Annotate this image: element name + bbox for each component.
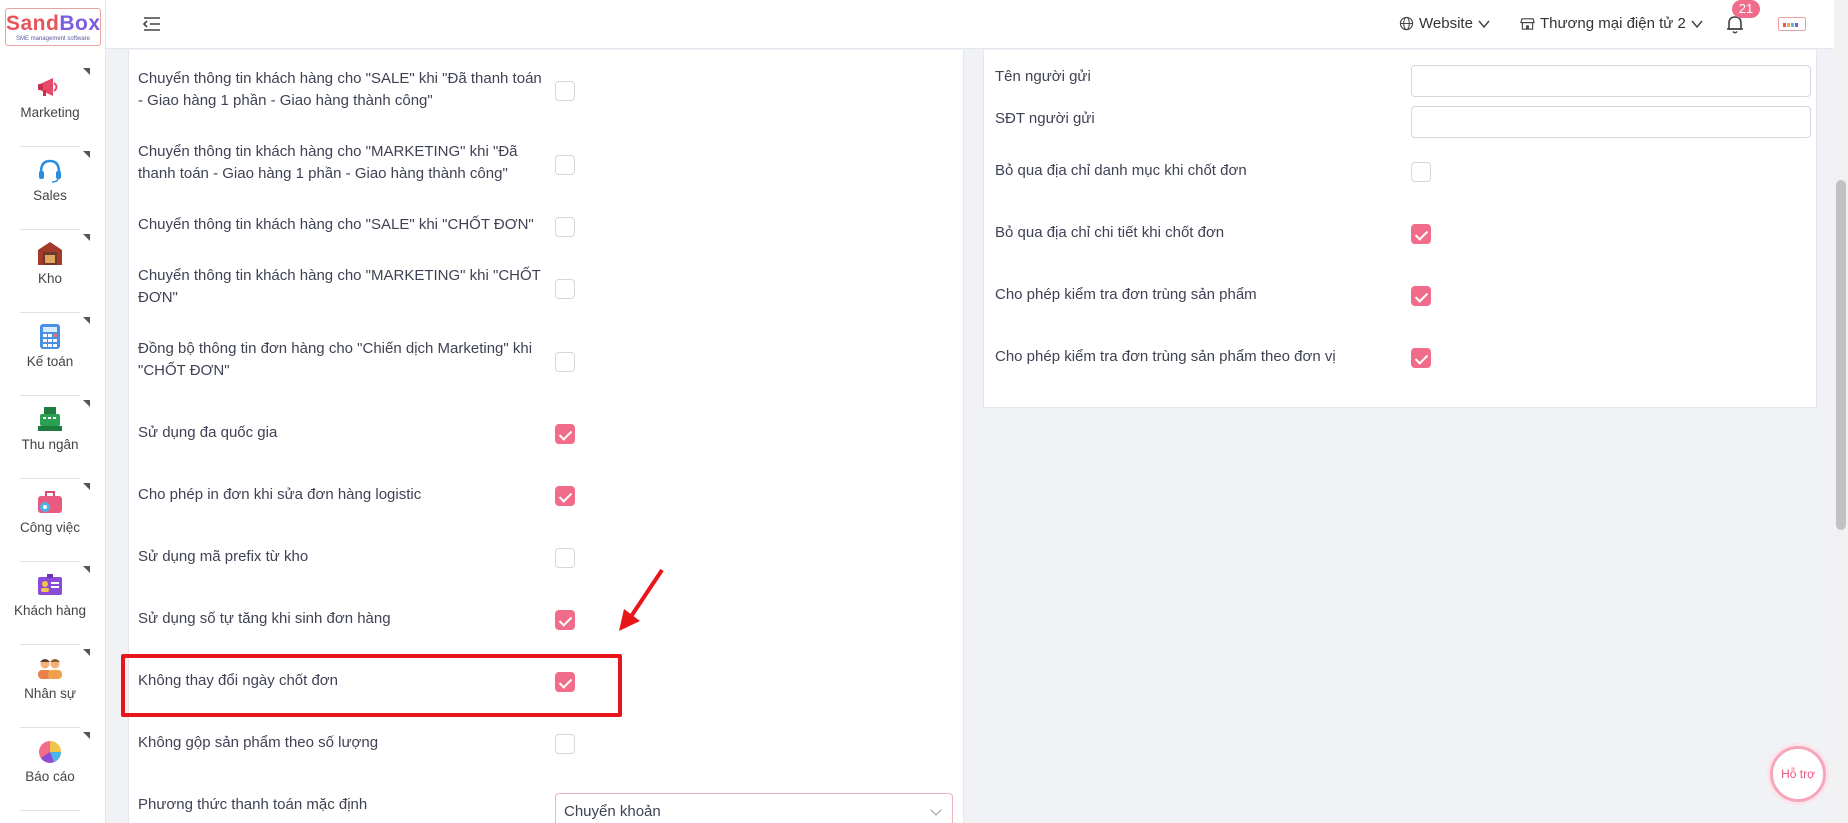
expand-arrow-icon: [83, 566, 90, 573]
setting-checkbox[interactable]: [555, 734, 575, 754]
sender-name-input[interactable]: [1411, 65, 1811, 97]
expand-arrow-icon: [83, 234, 90, 241]
setting-label: Không gộp sản phẩm theo số lượng: [138, 734, 379, 751]
setting-label: Chuyển thông tin khách hàng cho "MARKETI…: [138, 267, 541, 306]
website-label: Website: [1419, 15, 1473, 32]
sender-name-label: Tên người gửi: [995, 68, 1091, 85]
chevron-down-icon: [1478, 20, 1490, 28]
setting-checkbox[interactable]: [1411, 162, 1431, 182]
expand-arrow-icon: [83, 151, 90, 158]
warehouse-icon: [38, 242, 62, 265]
briefcase-icon: [38, 491, 62, 513]
sidebar-item-marketing[interactable]: Marketing: [0, 64, 100, 147]
expand-arrow-icon: [83, 649, 90, 656]
expand-arrow-icon: [83, 732, 90, 739]
contact-card-icon: [38, 574, 62, 595]
sidebar-item-label: Sales: [33, 188, 67, 203]
store-dropdown[interactable]: Thương mại điện tử 2: [1520, 15, 1703, 32]
setting-label: Cho phép kiểm tra đơn trùng sản phẩm the…: [995, 348, 1336, 365]
arrow-annotation-icon: [619, 568, 664, 631]
sender-settings-panel: Tên người gửi SĐT người gửi Bỏ qua địa c…: [983, 50, 1817, 408]
expand-arrow-icon: [83, 400, 90, 407]
setting-checkbox[interactable]: [555, 217, 575, 237]
sidebar-item-label: Khách hàng: [13, 603, 87, 618]
top-header: Website Thương mại điện tử 2 21: [106, 0, 1834, 49]
sidebar-item-label: Kho: [37, 271, 63, 286]
setting-checkbox[interactable]: [555, 610, 575, 630]
setting-checkbox[interactable]: [555, 155, 575, 175]
setting-label: Sử dụng đa quốc gia: [138, 424, 278, 441]
setting-checkbox[interactable]: [1411, 348, 1431, 368]
notification-badge: 21: [1732, 0, 1760, 18]
headset-icon: [39, 159, 61, 183]
expand-arrow-icon: [83, 68, 90, 75]
sidebar-item-nhan-su[interactable]: Nhân sự: [0, 645, 100, 728]
setting-label: Chuyển thông tin khách hàng cho "SALE" k…: [138, 70, 542, 109]
setting-checkbox[interactable]: [555, 548, 575, 568]
setting-label: Sử dụng mã prefix từ kho: [138, 548, 309, 565]
divider: [20, 810, 80, 811]
globe-icon: [1399, 16, 1414, 31]
calculator-icon: [40, 324, 60, 349]
sidebar-item-label: Marketing: [20, 105, 80, 120]
support-button[interactable]: Hỗ trợ: [1770, 746, 1826, 802]
sidebar-item-label: Công việc: [19, 520, 81, 535]
setting-checkbox[interactable]: [1411, 286, 1431, 306]
setting-checkbox[interactable]: [1411, 224, 1431, 244]
cash-register-icon: [38, 407, 62, 431]
store-icon: [1520, 18, 1535, 30]
highlight-annotation-box: [121, 654, 622, 717]
pie-chart-icon: [39, 741, 61, 763]
setting-checkbox[interactable]: [555, 81, 575, 101]
payment-method-label: Phương thức thanh toán mặc định: [138, 796, 368, 813]
megaphone-icon: [38, 78, 58, 96]
sidebar-item-label: Kế toán: [26, 354, 74, 369]
setting-label: Bỏ qua địa chỉ chi tiết khi chốt đơn: [995, 224, 1225, 241]
sidebar: SandBox SME management software Marketin…: [0, 0, 106, 823]
setting-label: Đồng bộ thông tin đơn hàng cho "Chiến dị…: [138, 340, 533, 379]
page-scrollbar[interactable]: [1834, 0, 1848, 823]
expand-arrow-icon: [83, 317, 90, 324]
setting-label: Cho phép in đơn khi sửa đơn hàng logisti…: [138, 486, 422, 503]
store-label: Thương mại điện tử 2: [1540, 15, 1686, 32]
sidebar-item-label: Báo cáo: [25, 769, 75, 784]
sidebar-item-sales[interactable]: Sales: [0, 147, 100, 230]
chevron-down-icon: [930, 804, 942, 816]
logo[interactable]: SandBox SME management software: [5, 8, 101, 46]
setting-label: Chuyển thông tin khách hàng cho "MARKETI…: [138, 143, 518, 182]
sidebar-item-label: Thu ngân: [21, 437, 79, 452]
avatar[interactable]: [1778, 17, 1806, 31]
setting-checkbox[interactable]: [555, 424, 575, 444]
setting-label: Sử dụng số tự tăng khi sinh đơn hàng: [138, 610, 391, 627]
setting-label: Bỏ qua địa chỉ danh mục khi chốt đơn: [995, 162, 1247, 179]
setting-label: Cho phép kiểm tra đơn trùng sản phẩm: [995, 286, 1257, 303]
setting-checkbox[interactable]: [555, 486, 575, 506]
setting-checkbox[interactable]: [555, 279, 575, 299]
logo-text-part1: Sand: [6, 12, 60, 35]
logo-tagline: SME management software: [15, 36, 91, 42]
chevron-down-icon: [1691, 20, 1703, 28]
sidebar-item-thu-ngan[interactable]: Thu ngân: [0, 396, 100, 479]
logo-text-part2: Box: [59, 12, 101, 35]
sidebar-item-ke-toan[interactable]: Kế toán: [0, 313, 100, 396]
menu-toggle-icon[interactable]: [142, 14, 162, 34]
expand-arrow-icon: [83, 483, 90, 490]
website-dropdown[interactable]: Website: [1399, 15, 1490, 32]
sender-phone-label: SĐT người gửi: [995, 110, 1095, 127]
sidebar-item-khach-hang[interactable]: Khách hàng: [0, 562, 100, 645]
sidebar-item-cong-viec[interactable]: Công việc: [0, 479, 100, 562]
payment-method-value: Chuyển khoản: [564, 803, 661, 820]
payment-method-select[interactable]: Chuyển khoản: [555, 793, 953, 823]
people-icon: [38, 659, 62, 679]
sidebar-item-label: Nhân sự: [24, 686, 76, 701]
sidebar-item-bao-cao[interactable]: Báo cáo: [0, 728, 100, 811]
scrollbar-thumb[interactable]: [1836, 180, 1846, 530]
setting-label: Chuyển thông tin khách hàng cho "SALE" k…: [138, 216, 534, 233]
setting-checkbox[interactable]: [555, 352, 575, 372]
avatar-logo-icon: [1783, 23, 1798, 27]
sidebar-item-kho[interactable]: Kho: [0, 230, 100, 313]
sender-phone-input[interactable]: [1411, 106, 1811, 138]
